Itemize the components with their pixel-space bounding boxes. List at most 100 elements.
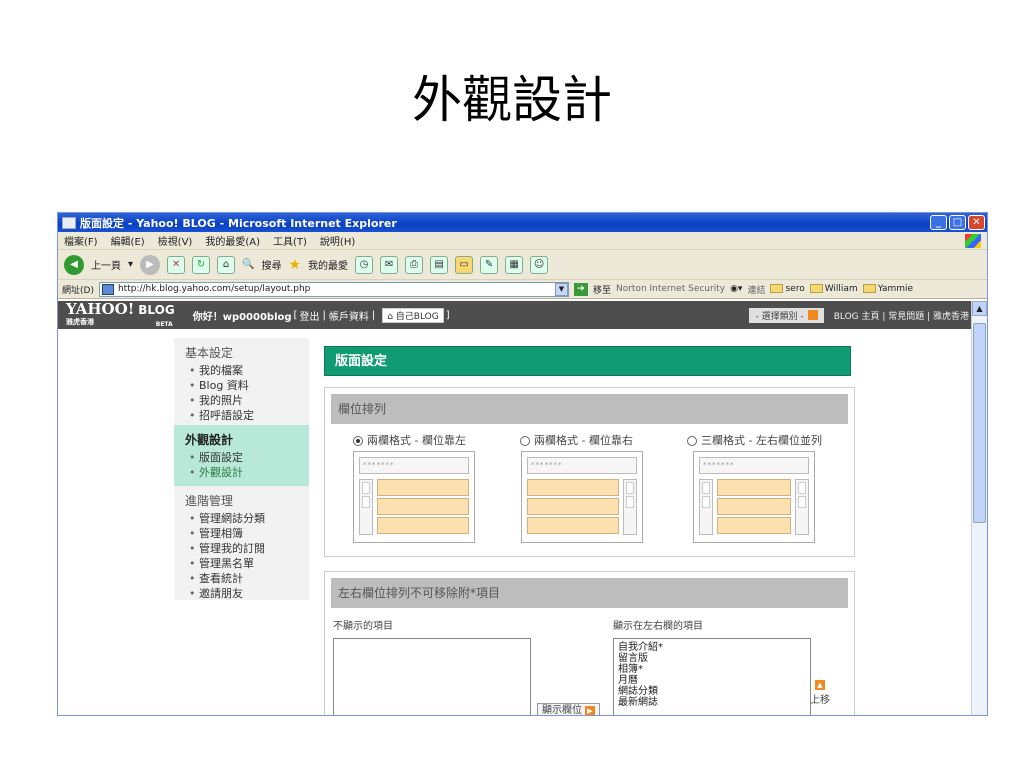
sidebar: 基本設定 我的檔案 Blog 資料 我的照片 招呼語設定 外觀設計 版面設定 外… xyxy=(174,338,309,600)
layout-preview-left[interactable]: ******* xyxy=(353,451,475,543)
menu-edit[interactable]: 編輯(E) xyxy=(111,233,145,248)
folder-icon xyxy=(862,284,876,293)
maximize-button[interactable]: □ xyxy=(949,215,966,230)
sidebar-item-greeting[interactable]: 招呼語設定 xyxy=(185,408,301,423)
go-arrow-icon[interactable]: ➔ xyxy=(573,282,588,296)
address-input[interactable]: http://hk.blog.yahoo.com/setup/layout.ph… xyxy=(98,281,569,297)
edit-icon[interactable]: ▤ xyxy=(430,255,449,274)
forward-arrow-icon[interactable]: ▶ xyxy=(140,254,161,275)
move-up-button[interactable]: ▲ 上移 xyxy=(810,680,830,706)
layout-preview-three[interactable]: ******* xyxy=(693,451,815,543)
folder-icon[interactable]: ▭ xyxy=(455,255,474,274)
list-item[interactable]: 月曆 xyxy=(614,675,810,686)
menu-favorites[interactable]: 我的最愛(A) xyxy=(205,233,260,248)
history-icon[interactable]: ◷ xyxy=(355,255,374,274)
scroll-up-icon[interactable]: ▲ xyxy=(972,301,987,316)
sidebar-group-basic: 基本設定 xyxy=(185,346,234,360)
account-link[interactable]: 帳戶資料 xyxy=(329,308,369,323)
category-select[interactable]: - 選擇類別 - xyxy=(749,307,824,323)
list-item[interactable]: 留言版 xyxy=(614,653,810,664)
sidebar-group-advanced: 進階管理 xyxy=(185,494,234,508)
menu-tools[interactable]: 工具(T) xyxy=(273,233,307,248)
page-title: 版面設定 xyxy=(324,346,851,376)
sidebar-item-layout[interactable]: 版面設定 xyxy=(185,450,301,465)
search-icon[interactable]: 🔍 xyxy=(242,259,254,270)
home-icon[interactable]: ⌂ xyxy=(217,255,236,274)
link-william[interactable]: William xyxy=(809,284,858,294)
radio-selected-icon[interactable] xyxy=(353,436,363,446)
layout-option-three[interactable]: 三欄格式 - 左右欄位並列 xyxy=(687,432,854,448)
menu-view[interactable]: 檢視(V) xyxy=(158,233,193,248)
browser-window: 版面設定 - Yahoo! BLOG - Microsoft Internet … xyxy=(57,212,988,716)
back-arrow-icon[interactable]: ◀ xyxy=(64,254,84,275)
favorites-star-icon[interactable]: ★ xyxy=(288,257,301,273)
toolbar: ◀ 上一頁 ▾ ▶ ✕ ↻ ⌂ 🔍 搜尋 ★ 我的最愛 ◷ ✉ ⎙ ▤ ▭ ✎ … xyxy=(58,250,987,280)
dropdown-arrow-icon xyxy=(807,310,818,320)
link-sero[interactable]: sero xyxy=(770,284,805,294)
sidebar-item-photo[interactable]: 我的照片 xyxy=(185,393,301,408)
address-bar: 網址(D) http://hk.blog.yahoo.com/setup/lay… xyxy=(58,280,987,299)
sidebar-item-categories[interactable]: 管理網誌分類 xyxy=(185,511,301,526)
vertical-scrollbar[interactable]: ▲ xyxy=(971,301,987,715)
page-icon xyxy=(101,283,114,295)
layout-option-left[interactable]: 兩欄格式 - 欄位靠左 xyxy=(353,432,520,448)
list-item[interactable]: 最新網誌 xyxy=(614,697,810,708)
messenger-icon[interactable]: ☺ xyxy=(530,255,549,274)
shown-items-label: 顯示在左右欄的項目 xyxy=(613,621,703,632)
refresh-icon[interactable]: ↻ xyxy=(192,255,211,274)
radio-icon[interactable] xyxy=(687,436,697,446)
link-yammie[interactable]: Yammie xyxy=(862,284,913,294)
sidebar-item-appearance[interactable]: 外觀設計 xyxy=(185,465,301,480)
calculator-icon[interactable]: ▦ xyxy=(505,255,524,274)
print-icon[interactable]: ⎙ xyxy=(405,255,424,274)
list-item[interactable]: 相簿* xyxy=(614,664,810,675)
shown-items-list[interactable]: 自我介紹* 留言版 相簿* 月曆 網誌分類 最新網誌 xyxy=(613,638,811,715)
norton-label[interactable]: Norton Internet Security xyxy=(616,284,725,294)
menu-file[interactable]: 檔案(F) xyxy=(64,233,98,248)
sidebar-item-invite[interactable]: 邀請朋友 xyxy=(185,586,301,601)
address-url: http://hk.blog.yahoo.com/setup/layout.ph… xyxy=(117,284,311,294)
sidebar-item-blog-info[interactable]: Blog 資料 xyxy=(185,378,301,393)
scrollbar-thumb[interactable] xyxy=(973,323,986,523)
sidebar-item-blacklist[interactable]: 管理黑名單 xyxy=(185,556,301,571)
research-icon[interactable]: ✎ xyxy=(480,255,499,274)
logout-link[interactable]: 登出 xyxy=(299,308,319,323)
back-button[interactable]: 上一頁 xyxy=(91,257,121,272)
show-column-button[interactable]: 顯示欄位 ▶ xyxy=(537,703,600,715)
sidebar-item-profile[interactable]: 我的檔案 xyxy=(185,363,301,378)
address-dropdown-icon[interactable]: ▼ xyxy=(554,282,568,296)
list-item[interactable]: 網誌分類 xyxy=(614,686,810,697)
menu-help[interactable]: 說明(H) xyxy=(320,233,355,248)
mail-icon[interactable]: ✉ xyxy=(380,255,399,274)
minimize-button[interactable]: _ xyxy=(930,215,947,230)
close-button[interactable]: ✕ xyxy=(968,215,985,230)
layout-option-right[interactable]: 兩欄格式 - 欄位靠右 xyxy=(520,432,687,448)
address-label: 網址(D) xyxy=(62,285,94,296)
go-button[interactable]: 移至 xyxy=(593,283,611,296)
search-button[interactable]: 搜尋 xyxy=(261,257,281,272)
folder-icon xyxy=(770,284,784,293)
list-item[interactable]: 自我介紹* xyxy=(614,642,810,653)
back-dropdown-icon[interactable]: ▾ xyxy=(128,259,133,270)
layout-preview-right[interactable]: ******* xyxy=(521,451,643,543)
hidden-items-label: 不顯示的項目 xyxy=(333,621,393,632)
menu-bar: 檔案(F) 編輯(E) 檢視(V) 我的最愛(A) 工具(T) 說明(H) xyxy=(58,232,987,250)
page-content: YAHOO! BLOG 雅虎香港 BETA 你好！wp0000blog [ 登出 … xyxy=(58,301,987,715)
hidden-items-list[interactable] xyxy=(333,638,531,715)
sidebar-item-stats[interactable]: 查看統計 xyxy=(185,571,301,586)
title-bar: 版面設定 - Yahoo! BLOG - Microsoft Internet … xyxy=(58,213,987,232)
favorites-button[interactable]: 我的最愛 xyxy=(308,257,348,272)
arrow-up-icon: ▲ xyxy=(815,680,825,690)
norton-icon[interactable]: ◉▾ xyxy=(730,284,742,294)
yahoo-blog-logo[interactable]: YAHOO! BLOG 雅虎香港 BETA xyxy=(66,301,175,328)
top-links[interactable]: BLOG 主頁 | 常見問題 | 雅虎香港 xyxy=(834,309,969,322)
folder-icon xyxy=(809,284,823,293)
stop-icon[interactable]: ✕ xyxy=(167,255,186,274)
sidebar-item-subscriptions[interactable]: 管理我的訂閱 xyxy=(185,541,301,556)
columns-section-header: 左右欄位排列不可移除附*項目 xyxy=(331,578,848,608)
radio-icon[interactable] xyxy=(520,436,530,446)
my-blog-button[interactable]: ⌂ 自己BLOG xyxy=(382,307,444,323)
sidebar-group-appearance: 外觀設計 xyxy=(185,433,234,447)
window-title: 版面設定 - Yahoo! BLOG - Microsoft Internet … xyxy=(80,216,397,230)
sidebar-item-albums[interactable]: 管理相簿 xyxy=(185,526,301,541)
